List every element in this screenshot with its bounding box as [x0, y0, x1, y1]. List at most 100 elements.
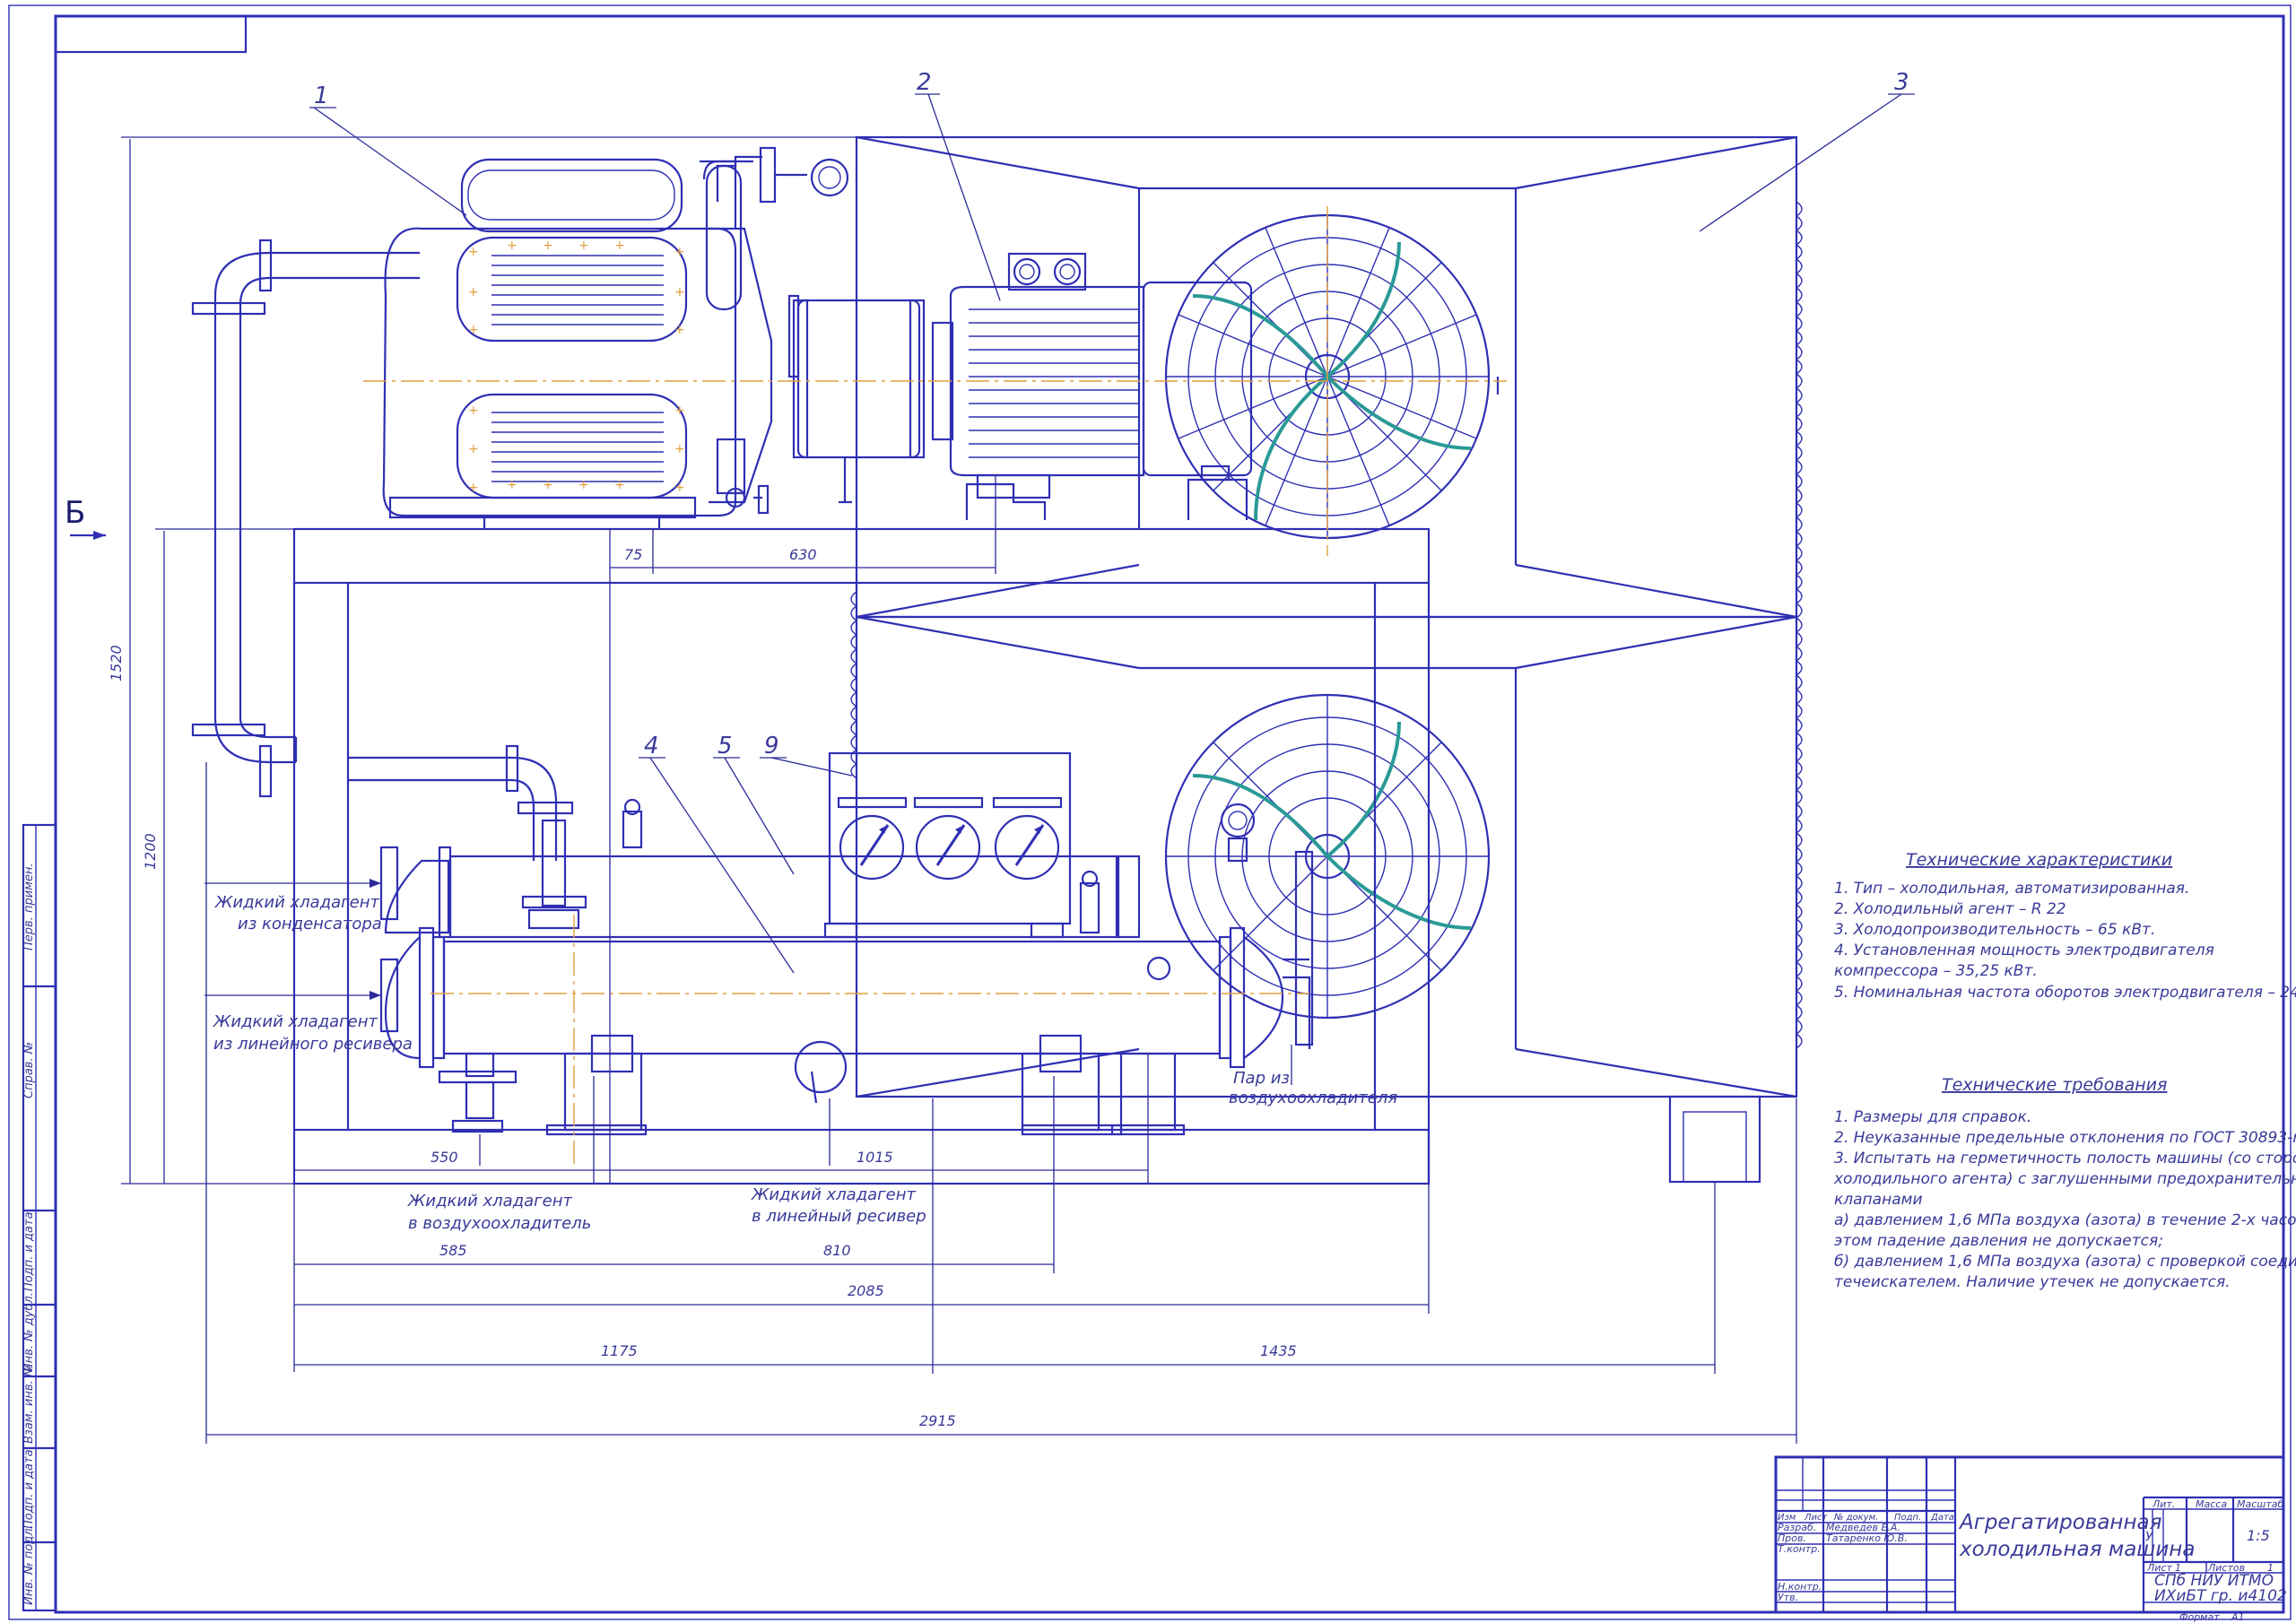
- tb-h-data: Дата: [1930, 1513, 1954, 1523]
- title-block: Изм Лист № докум. Подп. Дата Разраб. Мед…: [1774, 1455, 2287, 1623]
- ann-from-condenser-2: из конденсатора: [238, 915, 382, 933]
- callout-2: 2: [917, 69, 932, 96]
- svg-text:+: +: [578, 478, 589, 492]
- callout-1: 1: [314, 82, 329, 109]
- ann-to-aircooler-1: Жидкий хладагент: [407, 1192, 572, 1211]
- svg-text:+: +: [614, 478, 625, 492]
- tech-req-line-7: этом падение давления не допускается;: [1834, 1232, 2163, 1250]
- tech-spec-line-6: 5. Номинальная частота оборотов электрод…: [1834, 984, 2296, 1002]
- svg-text:+: +: [674, 285, 685, 299]
- svg-text:+: +: [507, 478, 517, 492]
- tech-req-title: Технические требования: [1942, 1075, 2167, 1095]
- tb-lit-label: Лит.: [2152, 1498, 2175, 1510]
- svg-text:+: +: [468, 481, 479, 495]
- tb-format-label: Формат: [2179, 1611, 2220, 1623]
- dim-630: 630: [789, 546, 817, 563]
- tb-role-5: Утв.: [1778, 1592, 1798, 1603]
- svg-text:+: +: [543, 478, 553, 492]
- callout-4: 4: [644, 733, 659, 759]
- stamp-perv: Перв. примен.: [22, 863, 36, 950]
- ann-to-receiver-1: Жидкий хладагент: [751, 1185, 916, 1204]
- view-label: Б: [65, 495, 85, 531]
- stamp-inv-dubl: Инв. № дубл.: [22, 1292, 36, 1372]
- svg-text:+: +: [468, 404, 479, 418]
- svg-text:+: +: [674, 323, 685, 337]
- tech-req-line-8: б) давлением 1,6 МПа воздуха (азота) с п…: [1834, 1253, 2296, 1271]
- svg-text:+: +: [507, 239, 517, 253]
- upper-fan: [1164, 213, 1500, 540]
- stamp-inv-podl: Инв. № подл.: [22, 1524, 36, 1605]
- gauge-panel: [590, 751, 1083, 1104]
- tech-req-line-5: клапанами: [1834, 1191, 1923, 1209]
- centerlines: [363, 206, 1507, 1166]
- dim-810: 810: [823, 1242, 851, 1259]
- tech-spec-line-3: 3. Холодопроизводительность – 65 кВт.: [1834, 921, 2155, 939]
- tb-title-2: холодильная машина: [1959, 1538, 2195, 1561]
- ann-vapor-2: воздухоохладителя: [1229, 1089, 1397, 1107]
- tech-requirements: Технические требования 1. Размеры для сп…: [1833, 1075, 2296, 1291]
- tech-spec-line-2: 2. Холодильный агент – R 22: [1834, 900, 2066, 918]
- dim-1015: 1015: [857, 1149, 893, 1166]
- tb-name-2: Татаренко Ю.В.: [1826, 1532, 1908, 1544]
- svg-text:+: +: [578, 239, 589, 253]
- ann-to-aircooler-2: в воздухоохладитель: [408, 1214, 591, 1233]
- stamp-sprav: Справ. №: [22, 1042, 36, 1098]
- tb-mass-label: Масса: [2196, 1498, 2227, 1510]
- svg-text:+: +: [468, 285, 479, 299]
- dim-2085: 2085: [848, 1282, 884, 1299]
- sheet-frame: [8, 4, 2292, 1620]
- tech-spec-line-5: компрессора – 35,25 кВт.: [1834, 962, 2038, 980]
- tech-req-line-9: течеискателем. Наличие утечек не допуска…: [1834, 1273, 2231, 1291]
- tech-req-line-3: 3. Испытать на герметичность полость маш…: [1834, 1150, 2296, 1167]
- tech-spec-line-1: 1. Тип – холодильная, автоматизированная…: [1834, 880, 2189, 898]
- svg-text:+: +: [674, 404, 685, 418]
- tech-specs-title: Технические характеристики: [1906, 850, 2172, 870]
- tb-title-1: Агрегатированная: [1958, 1511, 2162, 1534]
- tech-req-line-1: 1. Размеры для справок.: [1834, 1108, 2031, 1126]
- tb-lit-value: У: [2145, 1530, 2154, 1544]
- compressor: + + + + + + + + + + + + + + + + + + + +: [382, 146, 926, 529]
- tb-format-value: А1: [2231, 1611, 2245, 1623]
- condenser-unit: [850, 135, 1803, 1184]
- svg-text:+: +: [674, 245, 685, 259]
- tech-req-line-2: 2. Неуказанные предельные отклонения по …: [1834, 1129, 2296, 1147]
- side-stamp: Перв. примен. Справ. № Подп. и дата Инв.…: [22, 823, 57, 1612]
- tb-scale-value: 1:5: [2247, 1527, 2270, 1544]
- svg-text:+: +: [468, 245, 479, 259]
- ann-from-receiver-1: Жидкий хладагент: [213, 1012, 378, 1031]
- tb-role-3: Т.контр.: [1778, 1543, 1821, 1555]
- dim-1435: 1435: [1260, 1342, 1297, 1359]
- tb-scale-label: Масштаб: [2237, 1498, 2283, 1510]
- stamp-podp2: Подп. и дата: [22, 1449, 36, 1529]
- tech-req-line-6: а) давлением 1,6 МПа воздуха (азота) в т…: [1834, 1211, 2296, 1229]
- dim-1520: 1520: [108, 645, 125, 681]
- tech-spec-line-4: 4. Установленная мощность электродвигате…: [1834, 942, 2214, 959]
- dim-1200: 1200: [142, 833, 159, 870]
- ann-vapor-1: Пар из: [1233, 1069, 1290, 1088]
- callout-3: 3: [1894, 69, 1909, 96]
- dim-1175: 1175: [601, 1342, 638, 1359]
- callout-5: 5: [718, 733, 733, 759]
- dim-585: 585: [439, 1242, 467, 1259]
- flow-annotations: Жидкий хладагент из конденсатора Жидкий …: [204, 879, 1397, 1233]
- stamp-vzam: Взам. инв. №: [22, 1365, 36, 1444]
- callouts: 1 2 3 4 5 9: [309, 69, 1915, 974]
- tech-specs: Технические характеристики 1. Тип – холо…: [1834, 850, 2296, 1002]
- view-arrow: Б: [65, 495, 106, 540]
- svg-text:+: +: [468, 323, 479, 337]
- svg-text:+: +: [614, 239, 625, 253]
- assembly-drawing: Перв. примен. Справ. № Подп. и дата Инв.…: [8, 4, 2296, 1623]
- svg-text:+: +: [674, 442, 685, 456]
- tb-org-2: ИХиБТ гр. и4102: [2154, 1587, 2287, 1605]
- lower-fan: [1164, 693, 1491, 1020]
- ann-from-receiver-2: из линейного ресивера: [213, 1035, 413, 1054]
- svg-text:+: +: [468, 442, 479, 456]
- ann-to-receiver-2: в линейный ресивер: [752, 1207, 926, 1226]
- dim-2915: 2915: [919, 1412, 956, 1429]
- dim-550: 550: [430, 1149, 458, 1166]
- callout-9: 9: [764, 733, 779, 759]
- svg-text:+: +: [674, 481, 685, 495]
- electric-motor: [931, 252, 1253, 520]
- dim-75: 75: [624, 546, 642, 563]
- stamp-podp1: Подп. и дата: [22, 1211, 36, 1291]
